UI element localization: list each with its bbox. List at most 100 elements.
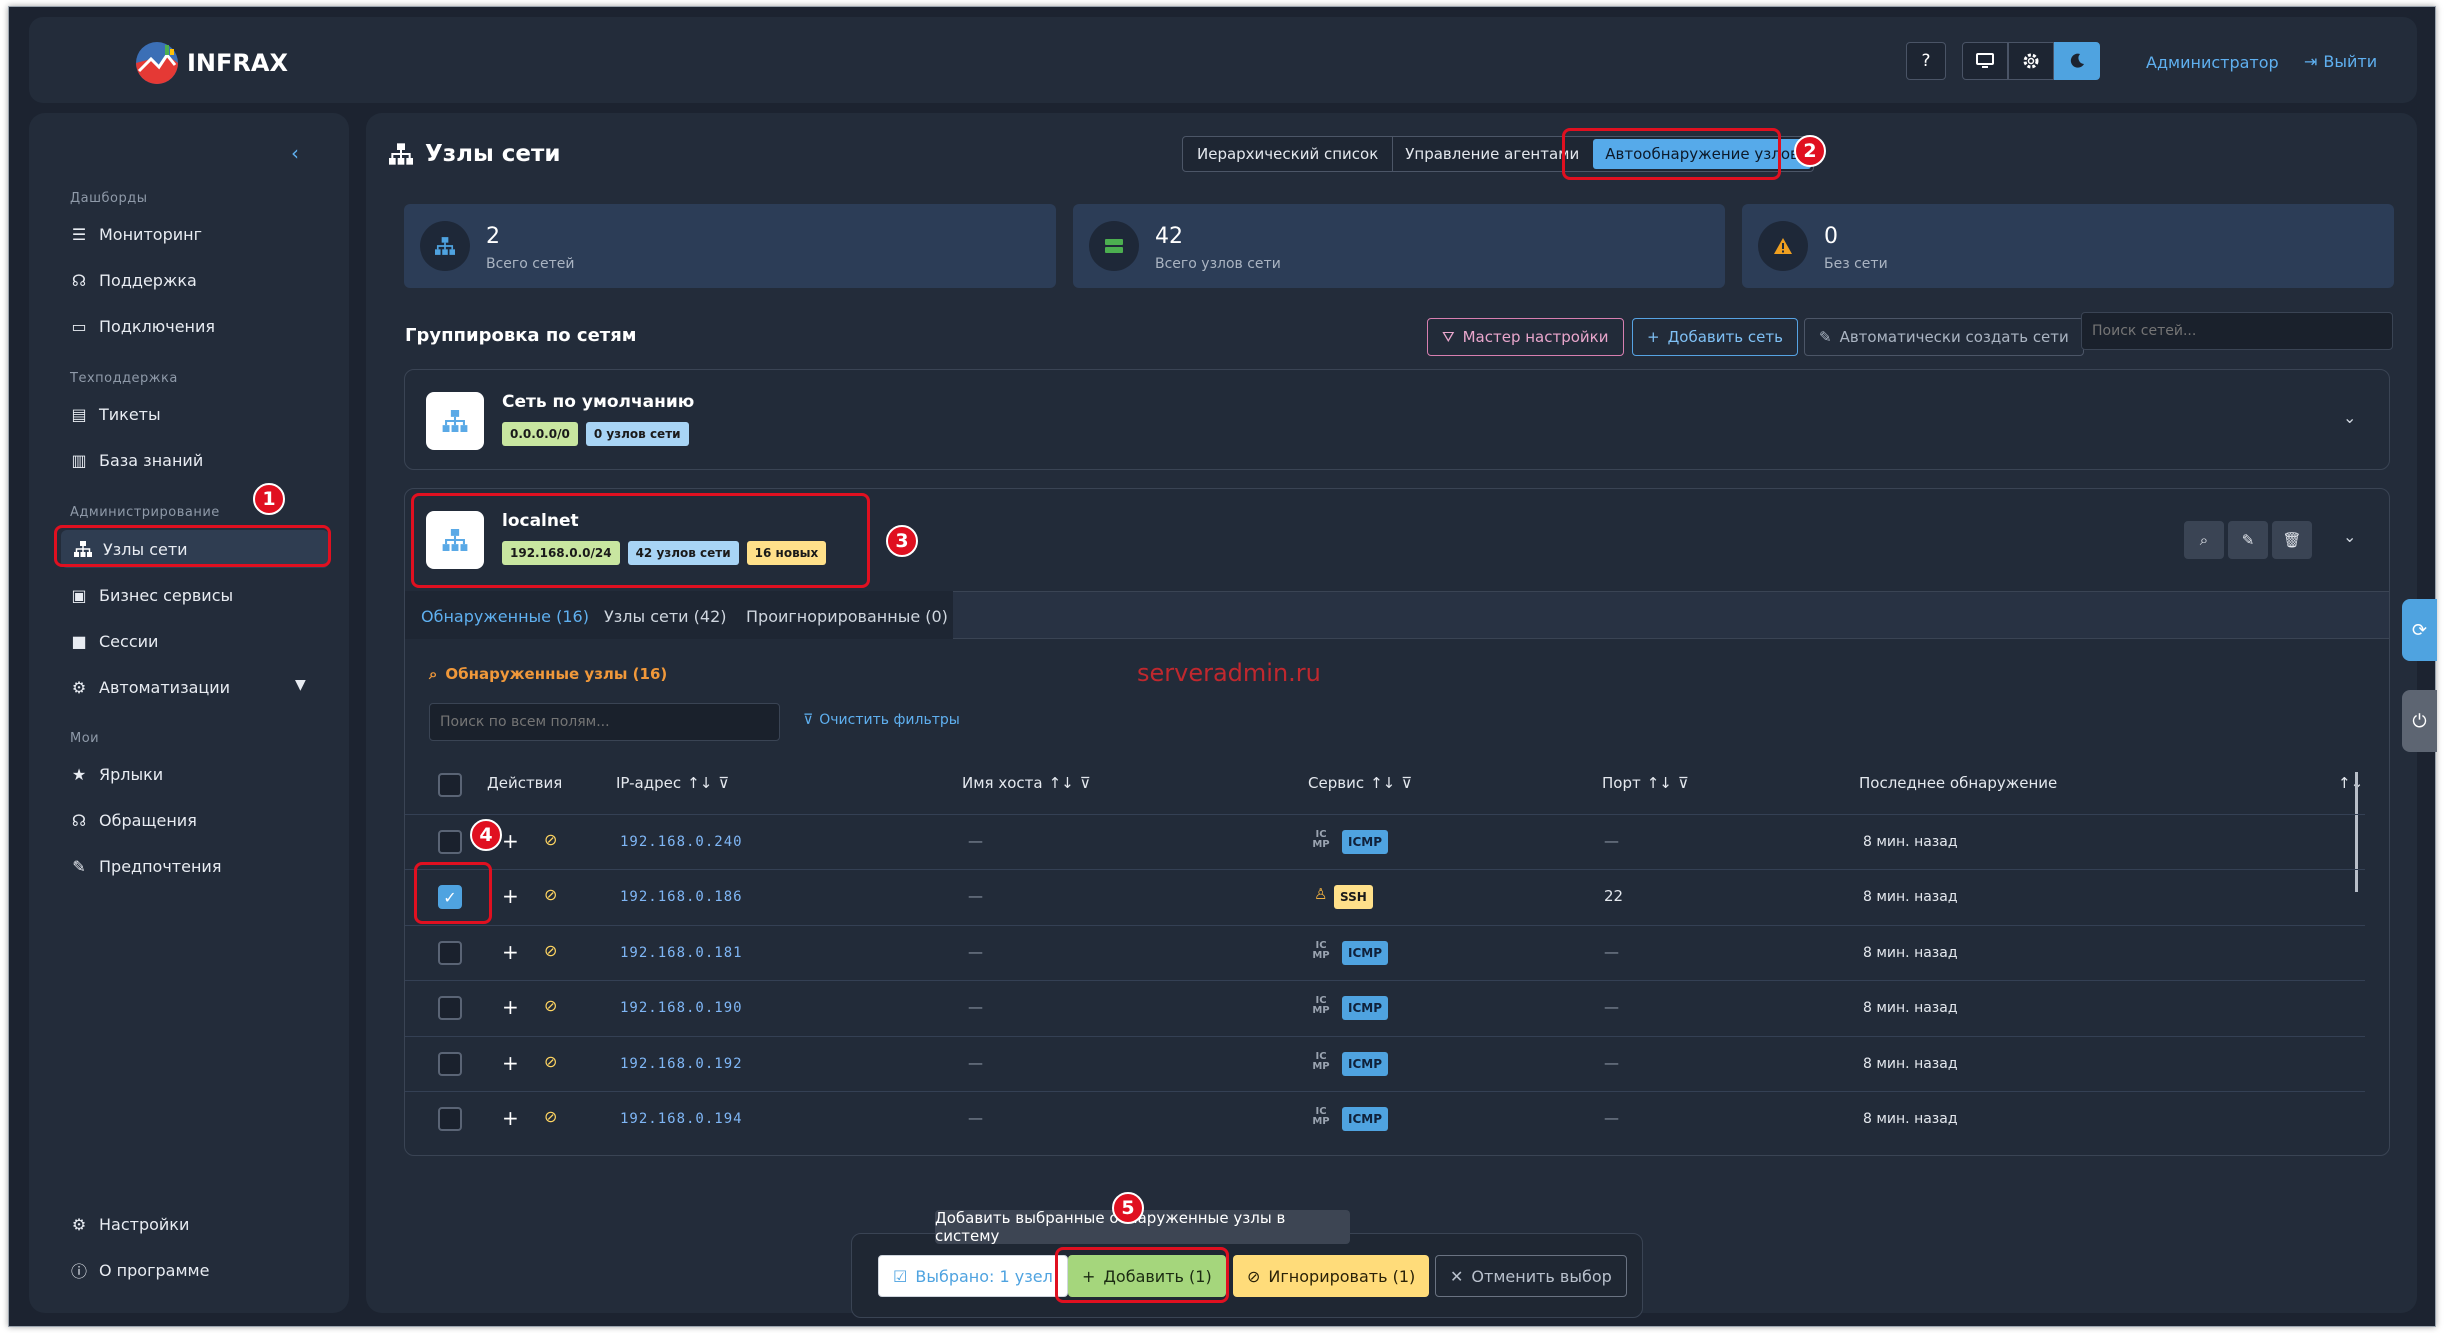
sidebar-item-shortcuts[interactable]: ★ Ярлыки [69, 756, 163, 792]
table-row[interactable]: + ⊘ 192.168.0.194 — IC MP ICMP — 8 мин. назад [405, 1091, 2365, 1146]
help-button[interactable]: ? [1906, 42, 1946, 80]
sidebar-item-settings[interactable]: ⚙ Настройки [69, 1206, 190, 1242]
table-row[interactable]: ✓ + ⊘ 192.168.0.186— ♙ SSH 22 8 мин. назад [405, 869, 2365, 924]
sidebar-item-sessions[interactable]: ■ Сессии [69, 623, 158, 659]
column-last-seen[interactable]: Последнее обнаружение [1859, 774, 2057, 792]
sidebar-item-automations[interactable]: ⚙ Автоматизации [69, 669, 230, 705]
stat-value: 2 [486, 224, 500, 249]
sidebar-item-tickets[interactable]: ▤ Тикеты [69, 396, 160, 432]
refresh-side-button[interactable]: ⟳ [2402, 599, 2437, 661]
icmp-icon: IC MP [1312, 1106, 1330, 1127]
filter-icon[interactable]: ⊽ [718, 774, 729, 792]
tab-hierarchical-list[interactable]: Иерархический список [1183, 137, 1394, 171]
ip-address[interactable]: 192.168.0.194 [620, 1111, 743, 1127]
ignore-node-icon[interactable]: ⊘ [544, 885, 557, 904]
annotation-number-5: 5 [1112, 1192, 1144, 1224]
sidebar-item-monitoring[interactable]: ☰ Мониторинг [69, 216, 202, 252]
auto-create-label: Автоматически создать сети [1839, 328, 2069, 346]
sidebar-item-business-services[interactable]: ▣ Бизнес сервисы [69, 577, 233, 613]
auto-create-networks-button[interactable]: ✎ Автоматически создать сети [1804, 318, 2084, 356]
row-checkbox[interactable] [438, 996, 462, 1020]
filter-icon[interactable]: ⊽ [1678, 774, 1689, 792]
add-node-icon[interactable]: + [502, 1051, 519, 1075]
add-network-button[interactable]: + Добавить сеть [1632, 318, 1798, 356]
column-ip[interactable]: IP-адрес ↑↓ ⊽ [616, 774, 729, 792]
sidebar-item-knowledge-base[interactable]: ▥ База знаний [69, 442, 203, 478]
row-checkbox[interactable] [438, 1107, 462, 1131]
user-link[interactable]: Администратор [2146, 53, 2279, 72]
ip-address[interactable]: 192.168.0.186 [620, 889, 743, 905]
ip-address[interactable]: 192.168.0.190 [620, 1000, 743, 1016]
ignore-node-icon[interactable]: ⊘ [544, 941, 557, 960]
cancel-selection-button[interactable]: ✕ Отменить выбор [1435, 1255, 1627, 1297]
search-network-button[interactable]: ⌕ [2184, 521, 2224, 559]
ignore-node-icon[interactable]: ⊘ [544, 1107, 557, 1126]
selected-count-button[interactable]: ☑ Выбрано: 1 узел [878, 1255, 1068, 1297]
table-row[interactable]: + ⊘ 192.168.0.181 — IC MP ICMP — 8 мин. назад [405, 925, 2365, 980]
sidebar-item-preferences[interactable]: ✎ Предпочтения [69, 848, 221, 884]
chevron-down-icon[interactable]: ⌄ [2343, 408, 2356, 427]
ip-address[interactable]: 192.168.0.181 [620, 945, 743, 961]
select-all-checkbox[interactable] [438, 773, 462, 797]
add-node-icon[interactable]: + [502, 829, 519, 853]
ignore-node-icon[interactable]: ⊘ [544, 1052, 557, 1071]
add-node-icon[interactable]: + [502, 940, 519, 964]
annotation-box-5 [1055, 1247, 1229, 1303]
sort-icon[interactable]: ↑↓ [1647, 774, 1672, 792]
network-search-input[interactable] [2081, 312, 2393, 350]
edit-network-button[interactable]: ✎ [2228, 521, 2268, 559]
delete-network-button[interactable]: 🗑 [2272, 521, 2312, 559]
hostname: — [968, 943, 983, 961]
table-row[interactable]: + ⊘ 192.168.0.240 — IC MP ICMP — 8 мин. назад [405, 814, 2365, 869]
power-side-button[interactable]: ⏻ [2402, 690, 2437, 752]
sidebar-item-label: Мониторинг [99, 224, 202, 244]
column-label: Имя хоста [962, 774, 1043, 792]
column-service[interactable]: Сервис ↑↓ ⊽ [1308, 774, 1412, 792]
column-port[interactable]: Порт ↑↓ ⊽ [1602, 774, 1689, 792]
ip-address[interactable]: 192.168.0.240 [620, 834, 743, 850]
settings-mode-button[interactable] [2008, 42, 2054, 80]
monitor-mode-button[interactable] [1962, 42, 2008, 80]
row-checkbox[interactable] [438, 830, 462, 854]
add-node-icon[interactable]: + [502, 995, 519, 1019]
network-card-default[interactable]: Сеть по умолчанию 0.0.0.0/0 0 узлов сети… [404, 369, 2390, 470]
table-row[interactable]: + ⊘ 192.168.0.192 — IC MP ICMP — 8 мин. назад [405, 1036, 2365, 1091]
logout-link[interactable]: ⇥ Выйти [2304, 52, 2377, 71]
discovered-search-input[interactable] [429, 703, 780, 741]
add-node-icon[interactable]: + [502, 1106, 519, 1130]
wizard-button[interactable]: ⛛ Мастер настройки [1427, 318, 1624, 356]
dark-mode-button[interactable] [2054, 42, 2100, 80]
filter-icon[interactable]: ⊽ [1401, 774, 1412, 792]
ignore-selected-button[interactable]: ⊘ Игнорировать (1) [1233, 1255, 1430, 1297]
sort-icon[interactable]: ↑↓ [687, 774, 712, 792]
filter-icon[interactable]: ⊽ [1080, 774, 1091, 792]
table-row[interactable]: + ⊘ 192.168.0.190 — IC MP ICMP — 8 мин. назад [405, 980, 2365, 1035]
sidebar-item-about[interactable]: ⓘ О программе [69, 1252, 209, 1288]
clear-filters-button[interactable]: ⊽ Очистить фильтры [803, 712, 960, 728]
tab-ignored[interactable]: Проигнорированные (0) [746, 593, 948, 639]
power-icon: ⏻ [2412, 710, 2427, 732]
chevron-down-icon[interactable]: ⌄ [2343, 527, 2356, 546]
ignore-node-icon[interactable]: ⊘ [544, 996, 557, 1015]
sidebar-item-requests[interactable]: ☊ Обращения [69, 802, 197, 838]
row-checkbox[interactable] [438, 941, 462, 965]
row-checkbox[interactable] [438, 1052, 462, 1076]
tab-discovered[interactable]: Обнаруженные (16) [421, 593, 589, 639]
chevron-down-icon[interactable]: ▼ [295, 677, 306, 693]
sort-icon[interactable]: ↑↓ [1370, 774, 1395, 792]
icmp-icon: IC MP [1312, 1051, 1330, 1072]
app-name: INFRAX [187, 49, 288, 77]
sort-icon[interactable]: ↑↓ [1049, 774, 1074, 792]
app-logo[interactable]: INFRAX [135, 41, 288, 85]
sidebar-item-label: Подключения [99, 316, 216, 336]
ignore-node-icon[interactable]: ⊘ [544, 830, 557, 849]
collapse-sidebar-button[interactable]: ‹ [291, 141, 299, 165]
column-hostname[interactable]: Имя хоста ↑↓ ⊽ [962, 774, 1091, 792]
sidebar-item-support[interactable]: ☊ Поддержка [69, 262, 197, 298]
sort-icon[interactable]: ↑↓ [2338, 774, 2363, 792]
add-node-icon[interactable]: + [502, 884, 519, 908]
ip-address[interactable]: 192.168.0.192 [620, 1056, 743, 1072]
stat-without-network: 0 Без сети [1742, 204, 2394, 288]
tab-network-nodes[interactable]: Узлы сети (42) [604, 593, 727, 639]
sidebar-item-connections[interactable]: ▭ Подключения [69, 308, 215, 344]
